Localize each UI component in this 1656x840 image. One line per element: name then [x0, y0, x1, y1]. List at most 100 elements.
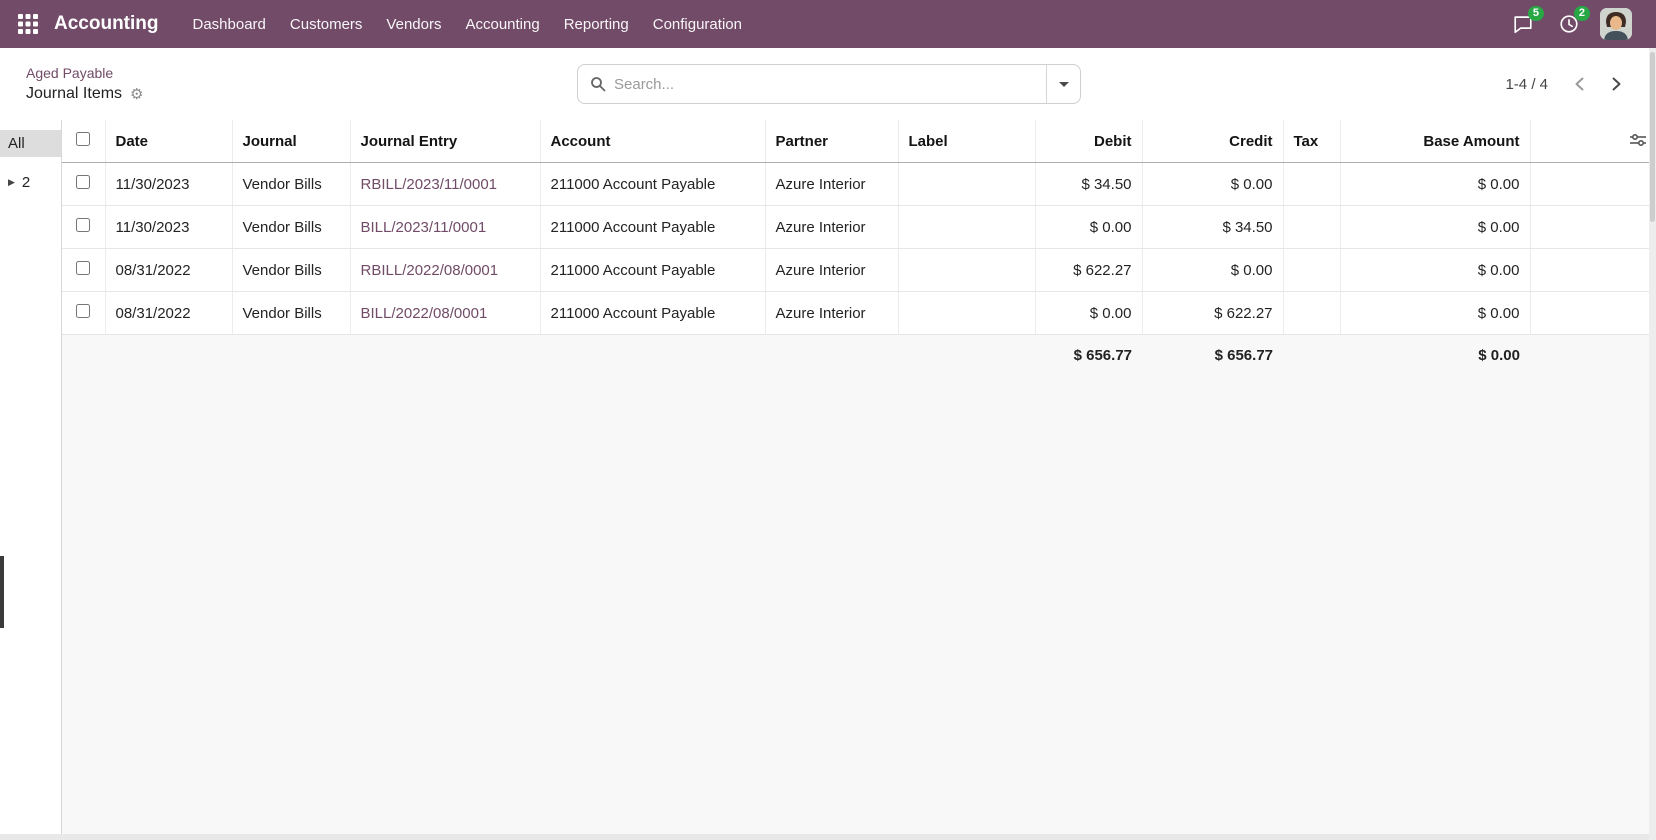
- nav-accounting[interactable]: Accounting: [453, 3, 551, 46]
- cell-label[interactable]: [898, 206, 1035, 249]
- user-avatar[interactable]: [1600, 8, 1632, 40]
- optional-columns-cell: [1530, 120, 1656, 163]
- column-header-debit[interactable]: Debit: [1035, 120, 1142, 163]
- cell-base-amount[interactable]: $ 0.00: [1340, 163, 1530, 206]
- cell-credit[interactable]: $ 0.00: [1142, 249, 1283, 292]
- cell-base-amount[interactable]: $ 0.00: [1340, 292, 1530, 335]
- column-header-journal[interactable]: Journal: [232, 120, 350, 163]
- cell-label[interactable]: [898, 292, 1035, 335]
- cell-account[interactable]: 211000 Account Payable: [540, 163, 765, 206]
- column-header-partner[interactable]: Partner: [765, 120, 898, 163]
- column-header-journal-entry[interactable]: Journal Entry: [350, 120, 540, 163]
- row-checkbox[interactable]: [76, 175, 90, 189]
- cell-journal-entry[interactable]: BILL/2022/08/0001: [350, 292, 540, 335]
- cell-partner[interactable]: Azure Interior: [765, 292, 898, 335]
- pager-next-button[interactable]: [1601, 70, 1632, 98]
- column-header-credit[interactable]: Credit: [1142, 120, 1283, 163]
- row-checkbox[interactable]: [76, 261, 90, 275]
- nav-configuration[interactable]: Configuration: [641, 3, 754, 46]
- cell-journal[interactable]: Vendor Bills: [232, 206, 350, 249]
- cell-credit[interactable]: $ 0.00: [1142, 163, 1283, 206]
- cell-credit[interactable]: $ 622.27: [1142, 292, 1283, 335]
- cell-journal[interactable]: Vendor Bills: [232, 292, 350, 335]
- select-all-checkbox[interactable]: [76, 132, 90, 146]
- vertical-scrollbar-thumb[interactable]: [1650, 52, 1655, 222]
- row-select-cell: [62, 163, 105, 206]
- messages-button[interactable]: 5: [1508, 9, 1538, 39]
- journal-entry-link[interactable]: BILL/2023/11/0001: [361, 219, 487, 236]
- cell-date[interactable]: 11/30/2023: [105, 206, 232, 249]
- page-title: Journal Items: [26, 85, 122, 103]
- cell-account[interactable]: 211000 Account Payable: [540, 292, 765, 335]
- total-debit: $ 656.77: [1035, 335, 1142, 377]
- search-icon: [578, 76, 614, 92]
- top-navbar: Accounting Dashboard Customers Vendors A…: [0, 0, 1656, 48]
- cell-base-amount[interactable]: $ 0.00: [1340, 249, 1530, 292]
- horizontal-scrollbar[interactable]: [0, 834, 1649, 840]
- nav-reporting[interactable]: Reporting: [552, 3, 641, 46]
- cell-label[interactable]: [898, 163, 1035, 206]
- cell-partner[interactable]: Azure Interior: [765, 206, 898, 249]
- journal-entry-link[interactable]: BILL/2022/08/0001: [361, 305, 488, 322]
- action-gear-icon[interactable]: ⚙: [130, 87, 143, 102]
- table-row: 08/31/2022 Vendor Bills BILL/2022/08/000…: [62, 292, 1656, 335]
- cell-debit[interactable]: $ 34.50: [1035, 163, 1142, 206]
- cell-tax[interactable]: [1283, 163, 1340, 206]
- cell-account[interactable]: 211000 Account Payable: [540, 206, 765, 249]
- apps-grid-icon[interactable]: [10, 6, 46, 42]
- cell-base-amount[interactable]: $ 0.00: [1340, 206, 1530, 249]
- activities-button[interactable]: 2: [1554, 9, 1584, 39]
- avatar-image: [1600, 8, 1632, 40]
- cell-tax[interactable]: [1283, 249, 1340, 292]
- row-checkbox[interactable]: [76, 218, 90, 232]
- activities-badge: 2: [1574, 6, 1590, 21]
- table-header-row: Date Journal Journal Entry Account Partn…: [62, 120, 1656, 163]
- cell-debit[interactable]: $ 0.00: [1035, 206, 1142, 249]
- nav-dashboard[interactable]: Dashboard: [181, 3, 278, 46]
- cell-tax[interactable]: [1283, 206, 1340, 249]
- column-header-label[interactable]: Label: [898, 120, 1035, 163]
- cell-credit[interactable]: $ 34.50: [1142, 206, 1283, 249]
- search-panel-item-all[interactable]: All: [0, 130, 61, 157]
- journal-entry-link[interactable]: RBILL/2023/11/0001: [361, 176, 498, 193]
- optional-columns-toggle[interactable]: [1630, 133, 1646, 150]
- cell-journal-entry[interactable]: BILL/2023/11/0001: [350, 206, 540, 249]
- search-input[interactable]: [614, 65, 1046, 103]
- search-dropdown-toggle[interactable]: [1046, 65, 1080, 103]
- column-header-tax[interactable]: Tax: [1283, 120, 1340, 163]
- cell-tax[interactable]: [1283, 292, 1340, 335]
- cell-account[interactable]: 211000 Account Payable: [540, 249, 765, 292]
- column-header-date[interactable]: Date: [105, 120, 232, 163]
- journal-entry-link[interactable]: RBILL/2022/08/0001: [361, 262, 499, 279]
- cell-journal[interactable]: Vendor Bills: [232, 163, 350, 206]
- cell-journal[interactable]: Vendor Bills: [232, 249, 350, 292]
- nav-vendors[interactable]: Vendors: [374, 3, 453, 46]
- cell-label[interactable]: [898, 249, 1035, 292]
- search-panel: All ▶ 2: [0, 120, 62, 840]
- pager-previous-button[interactable]: [1564, 70, 1595, 98]
- row-select-cell: [62, 249, 105, 292]
- breadcrumb-aged-payable[interactable]: Aged Payable: [26, 65, 113, 81]
- cell-debit[interactable]: $ 622.27: [1035, 249, 1142, 292]
- left-edge-scrollbar-thumb[interactable]: [0, 556, 4, 628]
- cell-journal-entry[interactable]: RBILL/2022/08/0001: [350, 249, 540, 292]
- journal-items-list: Date Journal Journal Entry Account Partn…: [62, 120, 1656, 840]
- app-title[interactable]: Accounting: [54, 13, 159, 35]
- cell-journal-entry[interactable]: RBILL/2023/11/0001: [350, 163, 540, 206]
- nav-customers[interactable]: Customers: [278, 3, 375, 46]
- cell-date[interactable]: 11/30/2023: [105, 163, 232, 206]
- total-base-amount: $ 0.00: [1340, 335, 1530, 377]
- cell-date[interactable]: 08/31/2022: [105, 249, 232, 292]
- column-header-account[interactable]: Account: [540, 120, 765, 163]
- cell-partner[interactable]: Azure Interior: [765, 249, 898, 292]
- cell-date[interactable]: 08/31/2022: [105, 292, 232, 335]
- search-panel-group[interactable]: ▶ 2: [0, 169, 61, 196]
- search-box: [577, 64, 1081, 104]
- select-all-cell: [62, 120, 105, 163]
- row-checkbox[interactable]: [76, 304, 90, 318]
- cell-spacer: [1530, 249, 1656, 292]
- column-header-base-amount[interactable]: Base Amount: [1340, 120, 1530, 163]
- cell-partner[interactable]: Azure Interior: [765, 163, 898, 206]
- vertical-scrollbar[interactable]: [1649, 48, 1656, 840]
- cell-debit[interactable]: $ 0.00: [1035, 292, 1142, 335]
